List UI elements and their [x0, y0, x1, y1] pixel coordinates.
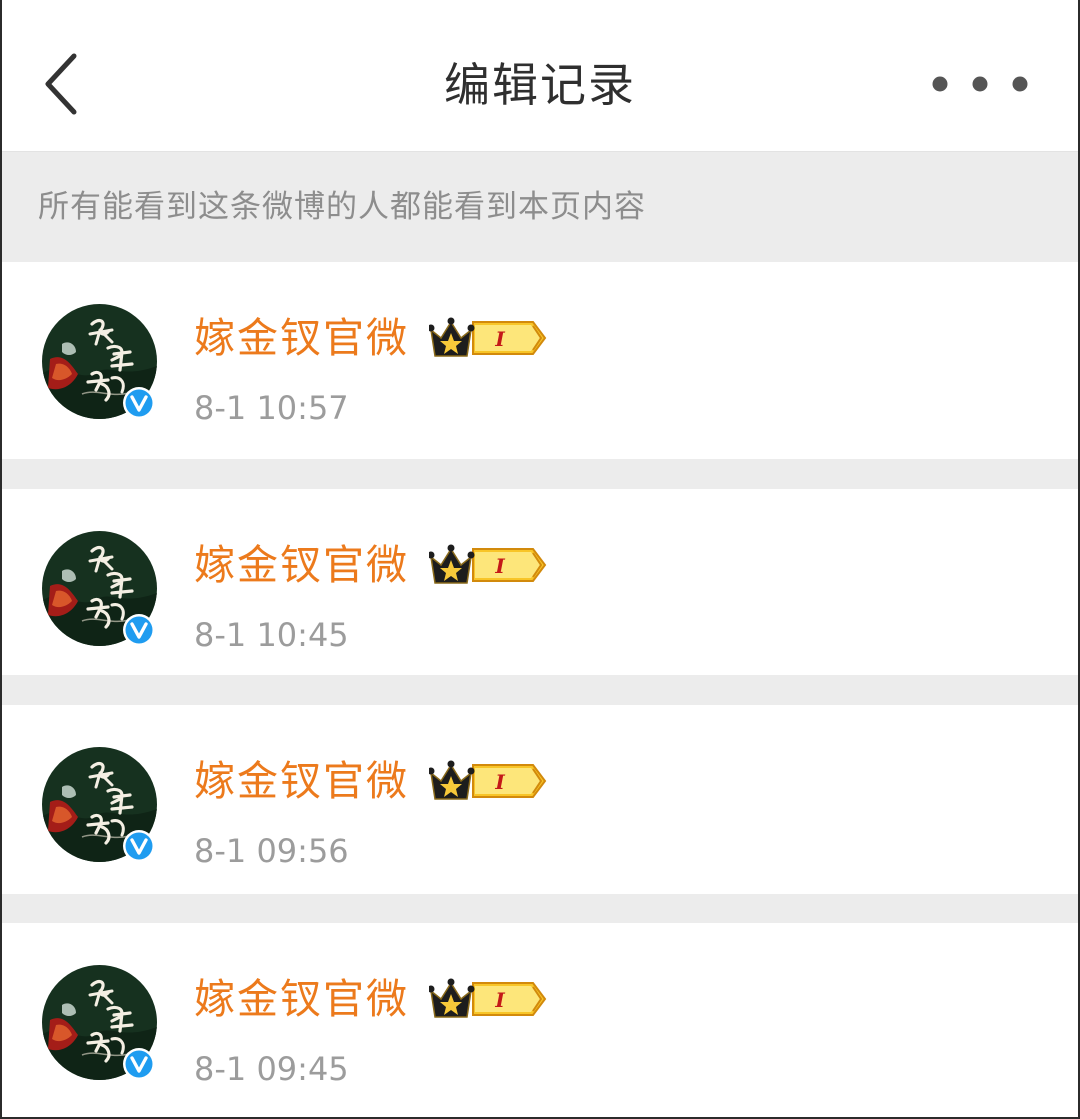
member-crown-badge-icon[interactable]: I: [429, 316, 547, 360]
edit-history-screen: 编辑记录 所有能看到这条微博的人都能看到本页内容 嫁金钗官微 I 8-1 10:…: [0, 0, 1080, 1119]
verified-icon: [123, 387, 155, 419]
avatar[interactable]: [42, 747, 157, 862]
more-options-button[interactable]: [920, 62, 1040, 106]
username[interactable]: 嫁金钗官微: [194, 971, 409, 1027]
avatar[interactable]: [42, 965, 157, 1080]
record-timestamp: 8-1 10:45: [194, 616, 349, 654]
svg-text:I: I: [494, 770, 505, 794]
verified-icon: [123, 614, 155, 646]
svg-text:I: I: [494, 327, 505, 351]
navigation-bar: 编辑记录: [2, 0, 1078, 151]
username[interactable]: 嫁金钗官微: [194, 537, 409, 593]
verified-icon: [123, 830, 155, 862]
avatar[interactable]: [42, 304, 157, 419]
page-title: 编辑记录: [444, 58, 636, 112]
username[interactable]: 嫁金钗官微: [194, 753, 409, 809]
verified-icon: [123, 1048, 155, 1080]
record-timestamp: 8-1 09:56: [194, 832, 349, 870]
avatar[interactable]: [42, 531, 157, 646]
edit-record-item[interactable]: 嫁金钗官微 I 8-1 09:56: [2, 705, 1078, 894]
username[interactable]: 嫁金钗官微: [194, 310, 409, 366]
more-dots-icon: [932, 76, 1028, 92]
visibility-notice: 所有能看到这条微博的人都能看到本页内容: [2, 151, 1078, 262]
svg-text:I: I: [494, 554, 505, 578]
record-timestamp: 8-1 10:57: [194, 389, 349, 427]
member-crown-badge-icon[interactable]: I: [429, 977, 547, 1021]
member-crown-badge-icon[interactable]: I: [429, 543, 547, 587]
visibility-notice-text: 所有能看到这条微博的人都能看到本页内容: [38, 189, 646, 225]
edit-record-item[interactable]: 嫁金钗官微 I 8-1 10:45: [2, 489, 1078, 675]
record-timestamp: 8-1 09:45: [194, 1050, 349, 1088]
svg-text:I: I: [494, 988, 505, 1012]
edit-record-item[interactable]: 嫁金钗官微 I 8-1 09:45: [2, 923, 1078, 1117]
member-crown-badge-icon[interactable]: I: [429, 759, 547, 803]
edit-record-item[interactable]: 嫁金钗官微 I 8-1 10:57: [2, 262, 1078, 459]
